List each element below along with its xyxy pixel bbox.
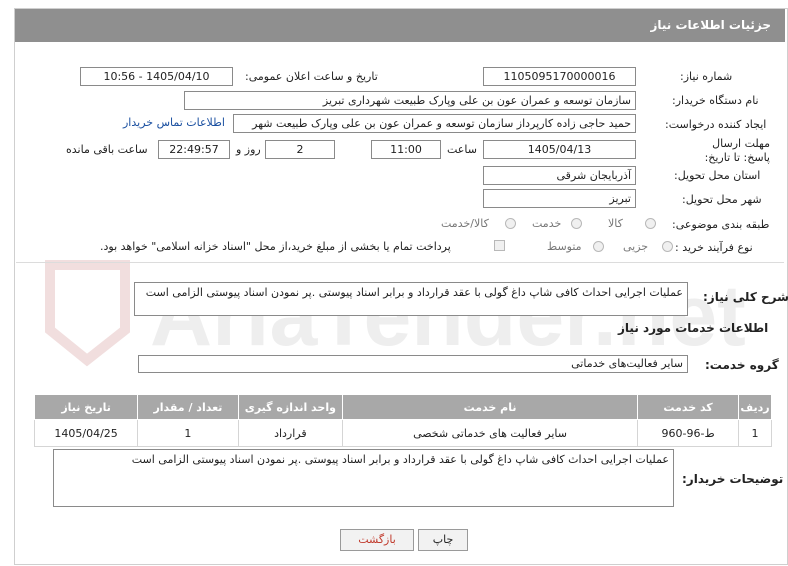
remaining-time-label: ساعت باقی مانده — [66, 143, 148, 156]
buyer-contact-link[interactable]: اطلاعات تماس خریدار — [123, 116, 225, 129]
city-field[interactable]: تبریز — [483, 189, 636, 208]
requester-field[interactable]: حمید حاجی زاده کارپرداز سازمان توسعه و ع… — [233, 114, 636, 133]
deadline-time-field[interactable]: 11:00 — [371, 140, 441, 159]
summary-textarea[interactable]: عملیات اجرایی احداث کافی شاپ داغ گولی با… — [134, 282, 688, 316]
remaining-days-field[interactable]: 2 — [265, 140, 335, 159]
announce-datetime-field[interactable]: 1405/04/10 - 10:56 — [80, 67, 233, 86]
category-label: طبقه بندی موضوعی: — [672, 218, 770, 231]
need-number-label: شماره نیاز: — [680, 70, 733, 83]
process-radio-minor[interactable] — [662, 241, 673, 252]
page-header: جزئیات اطلاعات نیاز — [15, 9, 785, 42]
process-option-medium: متوسط — [547, 240, 582, 253]
deadline-time-label: ساعت — [447, 143, 477, 156]
table-header-row: ردیف کد خدمت نام خدمت واحد اندازه گیری ت… — [33, 394, 772, 420]
process-option-minor: جزیی — [623, 240, 649, 253]
page-title: جزئیات اطلاعات نیاز — [650, 18, 771, 32]
category-option-goods-service: کالا/خدمت — [441, 217, 489, 230]
back-button[interactable]: بازگشت — [340, 529, 414, 551]
buyer-notes-label: توضیحات خریدار: — [682, 472, 784, 486]
category-option-service: خدمت — [532, 217, 562, 230]
col-service-code: کد خدمت — [637, 394, 740, 420]
services-table: ردیف کد خدمت نام خدمت واحد اندازه گیری ت… — [33, 394, 772, 447]
table-row[interactable]: 1 ط-96-960 سایر فعالیت های خدماتی شخصی ق… — [33, 419, 772, 447]
city-label: شهر محل تحویل: — [682, 193, 762, 206]
buyer-org-label: نام دستگاه خریدار: — [672, 94, 759, 107]
cell-need-date: 1405/04/25 — [33, 419, 139, 447]
col-need-date: تاریخ نیاز — [33, 394, 139, 420]
col-service-name: نام خدمت — [342, 394, 639, 420]
process-label: نوع فرآیند خرید : — [675, 241, 753, 254]
category-option-goods: کالا — [608, 217, 623, 230]
announce-label: تاریخ و ساعت اعلان عمومی: — [245, 70, 378, 83]
province-field[interactable]: آذربایجان شرقی — [483, 166, 636, 185]
col-row-number: ردیف — [738, 394, 772, 420]
summary-label: شرح کلی نیاز: — [703, 290, 788, 304]
process-radio-medium[interactable] — [593, 241, 604, 252]
service-group-label: گروه خدمت: — [705, 358, 779, 372]
province-label: استان محل تحویل: — [674, 169, 761, 182]
requester-label: ایجاد کننده درخواست: — [665, 118, 767, 131]
deadline-label: مهلت ارسال پاسخ: تا تاریخ: — [704, 137, 770, 164]
col-quantity: تعداد / مقدار — [137, 394, 239, 420]
treasury-payment-checkbox[interactable] — [494, 240, 505, 251]
cell-service-code: ط-96-960 — [637, 419, 740, 447]
col-unit: واحد اندازه گیری — [237, 394, 344, 420]
days-label: روز و — [236, 143, 261, 156]
services-section-title: اطلاعات خدمات مورد نیاز — [618, 321, 769, 335]
need-number-field[interactable]: 1105095170000016 — [483, 67, 636, 86]
buyer-notes-textarea[interactable]: عملیات اجرایی احداث کافی شاپ داغ گولی با… — [53, 449, 674, 507]
cell-service-name: سایر فعالیت های خدماتی شخصی — [342, 419, 639, 447]
cell-unit: قرارداد — [237, 419, 344, 447]
remaining-time-field[interactable]: 22:49:57 — [158, 140, 230, 159]
cell-row-number: 1 — [738, 419, 772, 447]
section-divider — [16, 262, 784, 263]
print-button[interactable]: چاپ — [418, 529, 468, 551]
buyer-org-field[interactable]: سازمان توسعه و عمران عون بن علی وپارک طب… — [184, 91, 636, 110]
category-radio-goods[interactable] — [645, 218, 656, 229]
deadline-date-field[interactable]: 1405/04/13 — [483, 140, 636, 159]
category-radio-service[interactable] — [571, 218, 582, 229]
treasury-payment-note: پرداخت تمام یا بخشی از مبلغ خرید،از محل … — [100, 240, 451, 253]
cell-quantity: 1 — [137, 419, 239, 447]
category-radio-goods-service[interactable] — [505, 218, 516, 229]
service-group-field[interactable]: سایر فعالیت‌های خدماتی — [138, 355, 688, 373]
